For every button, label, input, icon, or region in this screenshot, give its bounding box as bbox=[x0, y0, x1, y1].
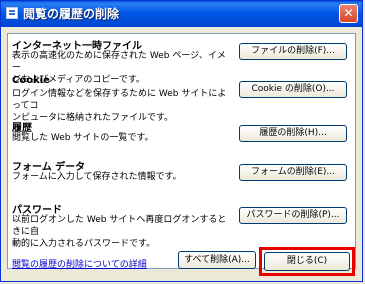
section-description-line: 動的に入力されるパスワードです。 bbox=[12, 239, 156, 249]
section-description: 閲覧した Web サイトの一覧です。 bbox=[12, 132, 230, 144]
section-description: 以前ログオンした Web サイトへ再度ログオンするときに自 動的に入力されるパス… bbox=[12, 214, 230, 250]
dialog-icon bbox=[6, 7, 18, 19]
section-description-line: 表示の高速化のために保存された Web ページ、イメー bbox=[12, 51, 226, 73]
details-link[interactable]: 閲覧の履歴の削除についての詳細 bbox=[12, 257, 147, 270]
close-button-highlight bbox=[259, 247, 355, 276]
close-icon: ✕ bbox=[343, 6, 354, 20]
section-description-line: フォームに入力して保存された情報です。 bbox=[12, 172, 182, 182]
section-description-line: ログイン情報などを保存するために Web サイトによってコ bbox=[12, 89, 227, 111]
delete-history-button[interactable]: 履歴の削除(H)... bbox=[239, 125, 347, 142]
section-title: Cookie bbox=[12, 75, 50, 86]
section-description-line: ンピュータに格納されたファイルです。 bbox=[12, 113, 174, 123]
delete-files-button[interactable]: ファイルの削除(F)... bbox=[239, 43, 347, 60]
delete-forms-button[interactable]: フォームの削除(E)... bbox=[239, 164, 347, 181]
section-description: ログイン情報などを保存するために Web サイトによってコ ンピュータに格納され… bbox=[12, 88, 230, 124]
delete-cookies-button[interactable]: Cookie の削除(O)... bbox=[239, 81, 347, 98]
delete-all-button[interactable]: すべて削除(A)... bbox=[178, 251, 256, 269]
section-description: フォームに入力して保存された情報です。 bbox=[12, 171, 230, 183]
close-window-button[interactable]: ✕ bbox=[339, 4, 358, 23]
title-bar[interactable]: 閲覧の履歴の削除 ✕ bbox=[1, 1, 362, 27]
window-title: 閲覧の履歴の削除 bbox=[23, 7, 120, 21]
delete-browsing-history-dialog: 閲覧の履歴の削除 ✕ インターネット一時ファイル 表示の高速化のために保存された… bbox=[0, 0, 363, 282]
delete-passwords-button[interactable]: パスワードの削除(P)... bbox=[239, 207, 347, 224]
options-panel: インターネット一時ファイル 表示の高速化のために保存された Web ページ、イメ… bbox=[7, 33, 356, 270]
section-description-line: 閲覧した Web サイトの一覧です。 bbox=[12, 133, 154, 143]
section-description-line: 以前ログオンした Web サイトへ再度ログオンするときに自 bbox=[12, 215, 227, 237]
